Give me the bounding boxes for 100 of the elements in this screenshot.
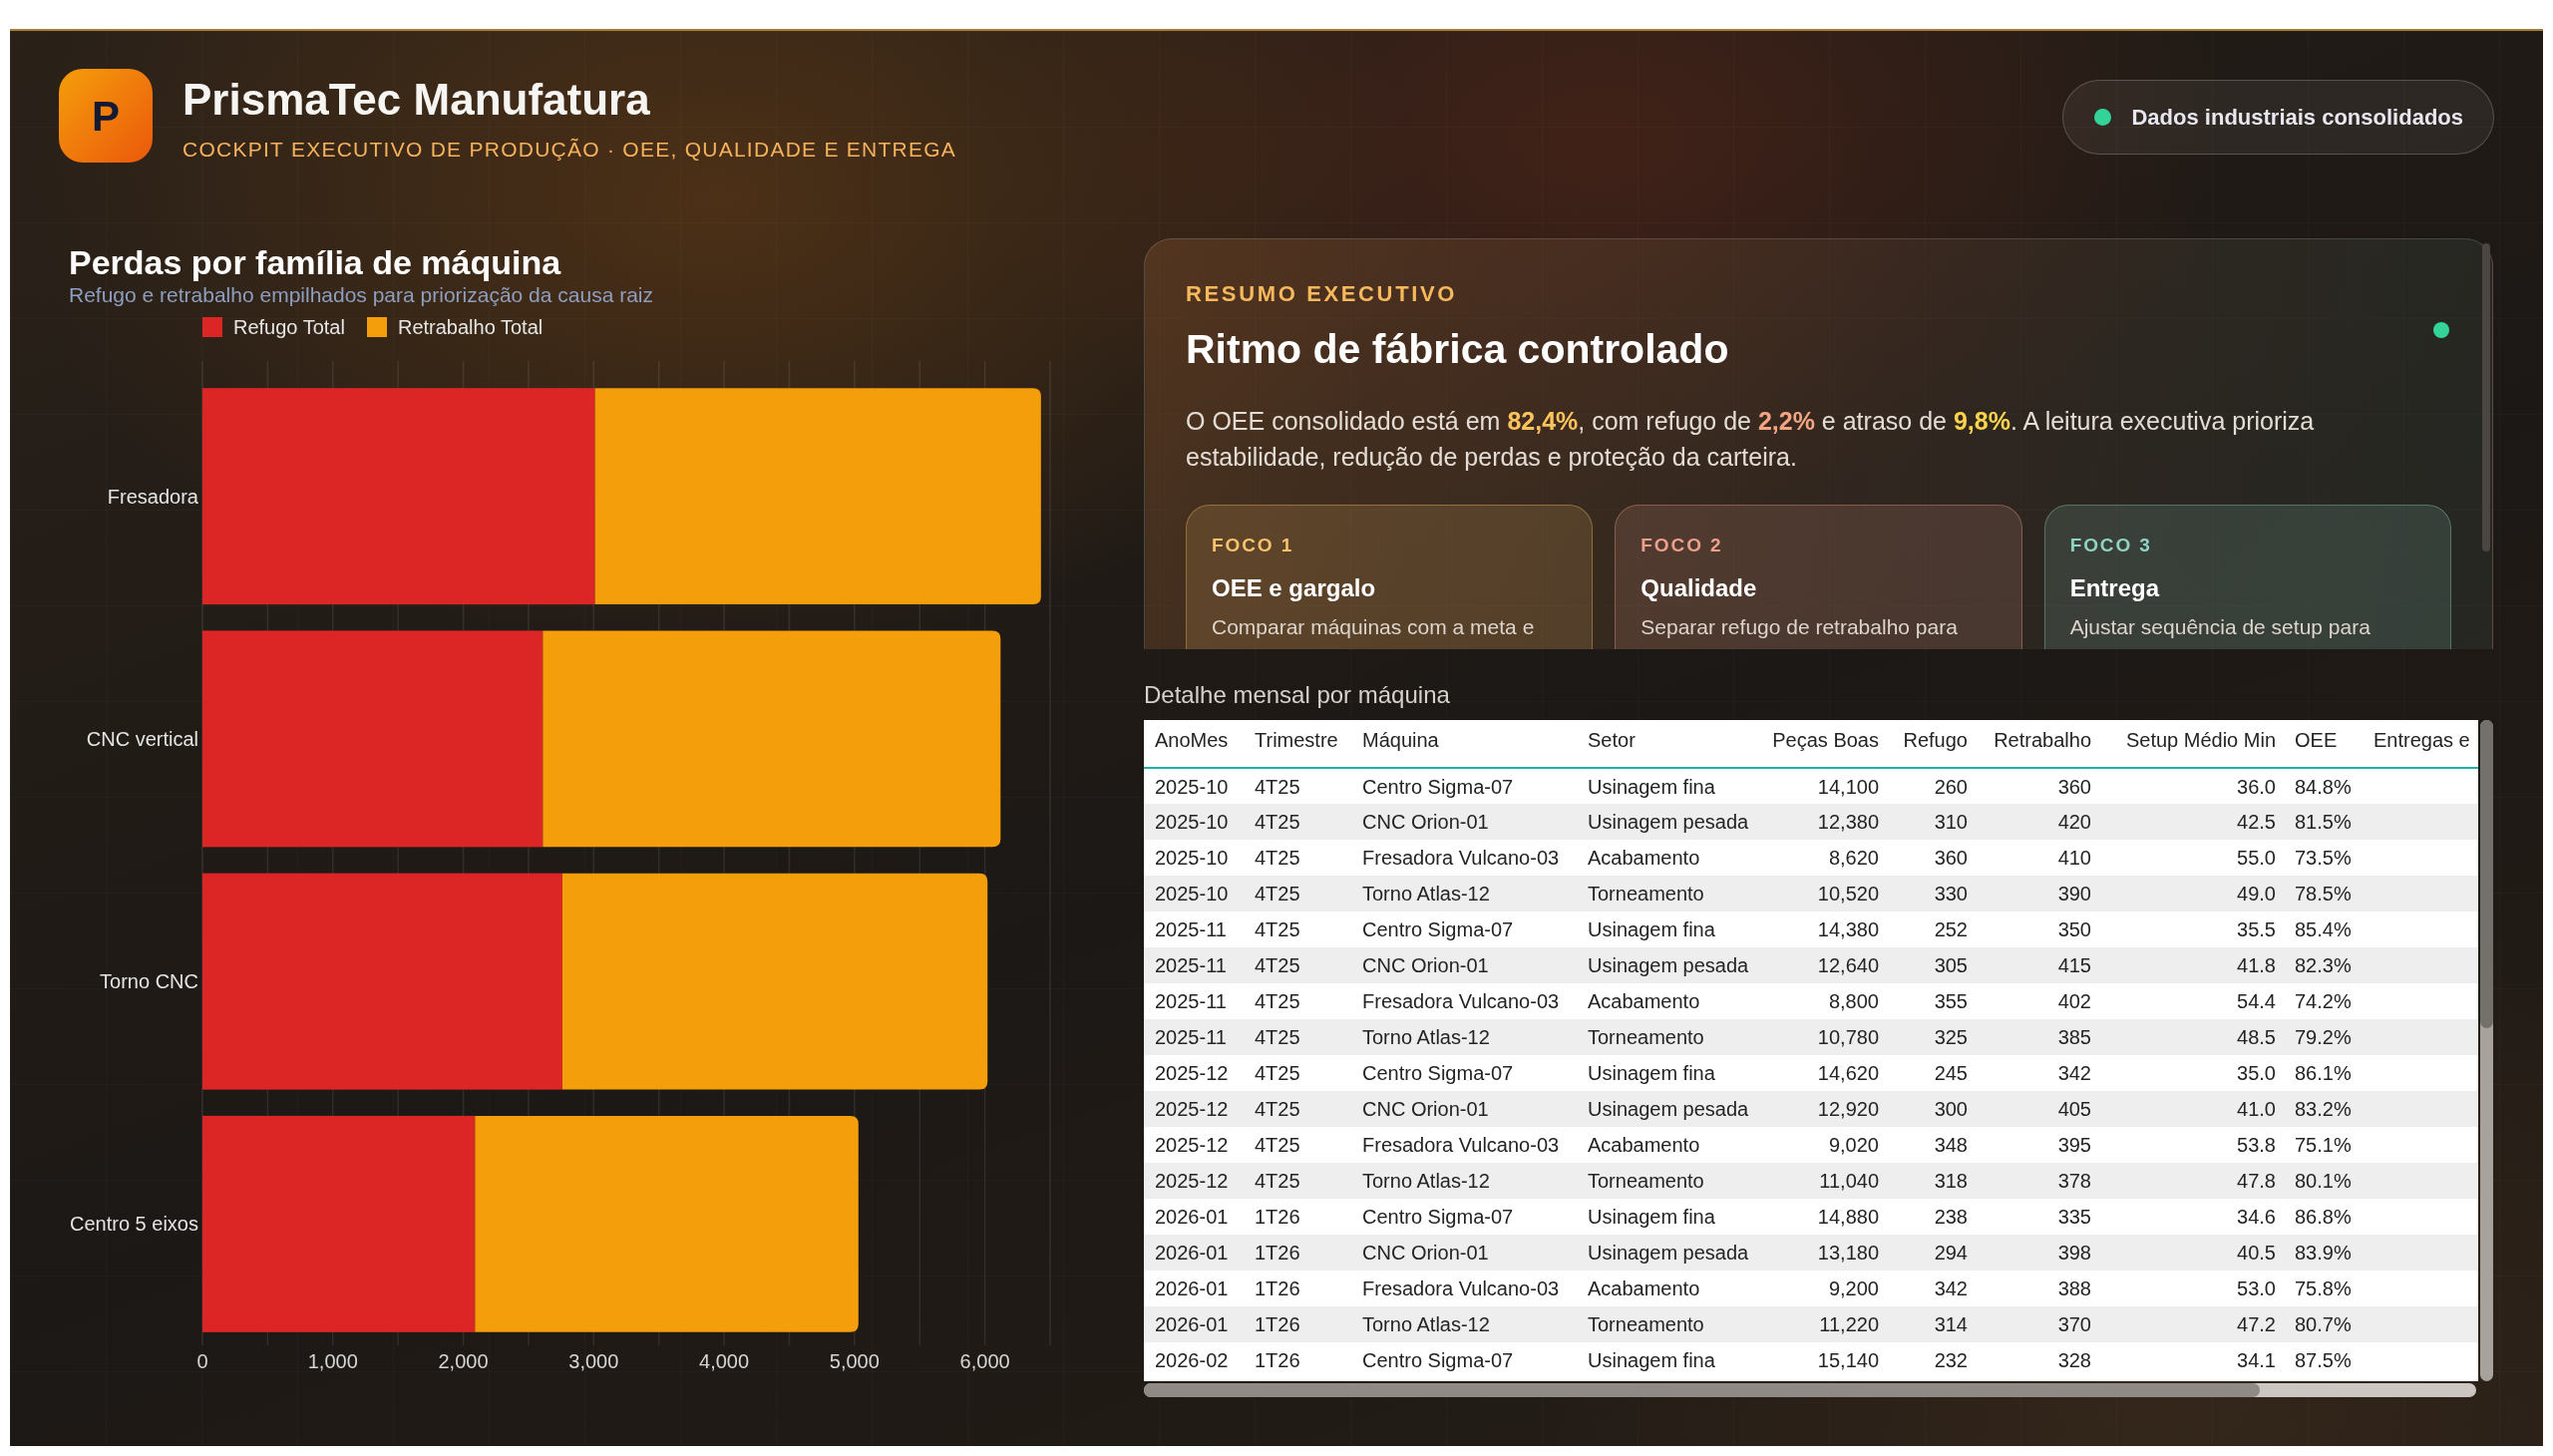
table-cell: Torno Atlas-12 (1351, 1163, 1577, 1199)
table-cell: 35.0 (2099, 1055, 2284, 1091)
scrollbar[interactable] (2480, 720, 2493, 1381)
table-cell: 314 (1887, 1306, 1976, 1342)
table-cell: 47.2 (2099, 1306, 2284, 1342)
table-cell: 2025-12 (1144, 1055, 1244, 1091)
axis-tick-label: 6,000 (959, 1350, 1010, 1372)
table-cell: 9,200 (1764, 1271, 1887, 1306)
table-cell: 79.2% (2284, 1019, 2363, 1055)
app-logo: P (59, 69, 153, 163)
table-cell: 14,380 (1764, 911, 1887, 947)
table-cell: CNC Orion-01 (1351, 1235, 1577, 1271)
scrollbar-thumb[interactable] (2480, 720, 2493, 1028)
table-cell: 360 (1976, 768, 2099, 804)
column-header[interactable]: Máquina (1351, 720, 1577, 768)
table-cell: 350 (1976, 911, 2099, 947)
app-title: PrismaTec Manufatura (182, 74, 651, 126)
table-cell: 47.8 (2099, 1163, 2284, 1199)
table-cell: Centro Sigma-07 (1351, 911, 1577, 947)
table-cell: 78.5% (2284, 876, 2363, 911)
table-cell: 4T25 (1244, 804, 1351, 840)
table-cell: 398 (1976, 1235, 2099, 1271)
table-cell: 80.7% (2284, 1306, 2363, 1342)
column-header[interactable]: Setor (1577, 720, 1764, 768)
table-cell: 74.2% (2284, 983, 2363, 1019)
focus-text: Comparar máquinas com a meta e (1212, 614, 1535, 640)
chart-subtitle: Refugo e retrabalho empilhados para priorização da causa raiz (69, 282, 654, 308)
table-cell: 2025-11 (1144, 1019, 1244, 1055)
column-header[interactable]: OEE (2284, 720, 2363, 768)
table-cell: Acabamento (1577, 840, 1764, 876)
table-cell: Torneamento (1577, 1019, 1764, 1055)
table-cell: 81.5% (2284, 804, 2363, 840)
table-cell: 14,620 (1764, 1055, 1887, 1091)
table-cell: 86.8% (2284, 1199, 2363, 1235)
table-cell: 2026-01 (1144, 1306, 1244, 1342)
table-cell: 8,800 (1764, 983, 1887, 1019)
table-cell: Centro Sigma-07 (1351, 1199, 1577, 1235)
table-cell: 83.9% (2284, 1235, 2363, 1271)
column-header[interactable]: AnoMes (1144, 720, 1244, 768)
table-cell: 73.5% (2284, 840, 2363, 876)
category-label: Torno CNC (100, 970, 198, 993)
table-cell: 83.2% (2284, 1091, 2363, 1127)
scrollbar-thumb[interactable] (2482, 243, 2490, 551)
table-cell: Centro Sigma-07 (1351, 768, 1577, 804)
table-cell: 405 (1976, 1091, 2099, 1127)
table-cell: 370 (1976, 1306, 2099, 1342)
table-cell: 2026-01 (1144, 1199, 1244, 1235)
table-cell: 310 (1887, 804, 1976, 840)
table-cell: Fresadora Vulcano-03 (1351, 1271, 1577, 1306)
app-subtitle: COCKPIT EXECUTIVO DE PRODUÇÃO · OEE, QUALIDADE E ENTREGA (182, 137, 957, 163)
table-cell: 325 (1887, 1019, 1976, 1055)
scrollbar-thumb[interactable] (1144, 1383, 2260, 1397)
table-cell: 245 (1887, 1055, 1976, 1091)
column-header[interactable]: Entregas e (2363, 720, 2478, 768)
table-cell: Acabamento (1577, 983, 1764, 1019)
table-cell: 53.0 (2099, 1271, 2284, 1306)
table-cell: 385 (1976, 1019, 2099, 1055)
table-cell: 12,380 (1764, 804, 1887, 840)
axis-tick-label: 2,000 (438, 1350, 489, 1372)
table-cell: 335 (1976, 1199, 2099, 1235)
table-cell: 41.0 (2099, 1091, 2284, 1127)
table-cell: 238 (1887, 1199, 1976, 1235)
table-cell: 2025-11 (1144, 911, 1244, 947)
table-cell: 2026-01 (1144, 1271, 1244, 1306)
table-cell: 82.3% (2284, 947, 2363, 983)
table-cell: 2025-10 (1144, 876, 1244, 911)
chart-title: Perdas por família de máquina (69, 243, 562, 281)
table-cell: 8,620 (1764, 840, 1887, 876)
table-cell: Acabamento (1577, 1271, 1764, 1306)
table-cell: 294 (1887, 1235, 1976, 1271)
table-cell: 55.0 (2099, 840, 2284, 876)
axis-tick-label: 0 (196, 1350, 208, 1372)
table-cell: CNC Orion-01 (1351, 1091, 1577, 1127)
table-cell: 4T25 (1244, 1055, 1351, 1091)
column-header[interactable]: Trimestre (1244, 720, 1351, 768)
column-header[interactable]: Retrabalho (1976, 720, 2099, 768)
table-cell: Usinagem pesada (1577, 804, 1764, 840)
table-cell: 420 (1976, 804, 2099, 840)
scrollbar[interactable] (1144, 1383, 2476, 1397)
table-cell: Torno Atlas-12 (1351, 1306, 1577, 1342)
table-cell: Torno Atlas-12 (1351, 876, 1577, 911)
summary-text: O OEE consolidado está em 82,4%, com refugo de 2,2% e atraso de 9,8%. A leitura executiva prioriza estabilidade, redução de perdas e proteção da carteira. (1186, 406, 2316, 473)
table-cell: 360 (1887, 840, 1976, 876)
table-cell: 330 (1887, 876, 1976, 911)
column-header[interactable]: Peças Boas (1764, 720, 1887, 768)
table-cell: 80.1% (2284, 1163, 2363, 1199)
table-cell: 53.8 (2099, 1127, 2284, 1163)
column-header[interactable]: Setup Médio Min (2099, 720, 2284, 768)
table-cell: 75.1% (2284, 1127, 2363, 1163)
table-cell: 2025-10 (1144, 804, 1244, 840)
axis-tick-label: 4,000 (699, 1350, 750, 1372)
table-cell: 342 (1887, 1271, 1976, 1306)
table-cell: Torneamento (1577, 1306, 1764, 1342)
table-cell: 378 (1976, 1163, 2099, 1199)
column-header[interactable]: Refugo (1887, 720, 1976, 768)
table-cell: 252 (1887, 911, 1976, 947)
table-cell: 348 (1887, 1127, 1976, 1163)
table-cell: 36.0 (2099, 768, 2284, 804)
table-cell: 11,220 (1764, 1306, 1887, 1342)
table-cell: 2025-10 (1144, 768, 1244, 804)
